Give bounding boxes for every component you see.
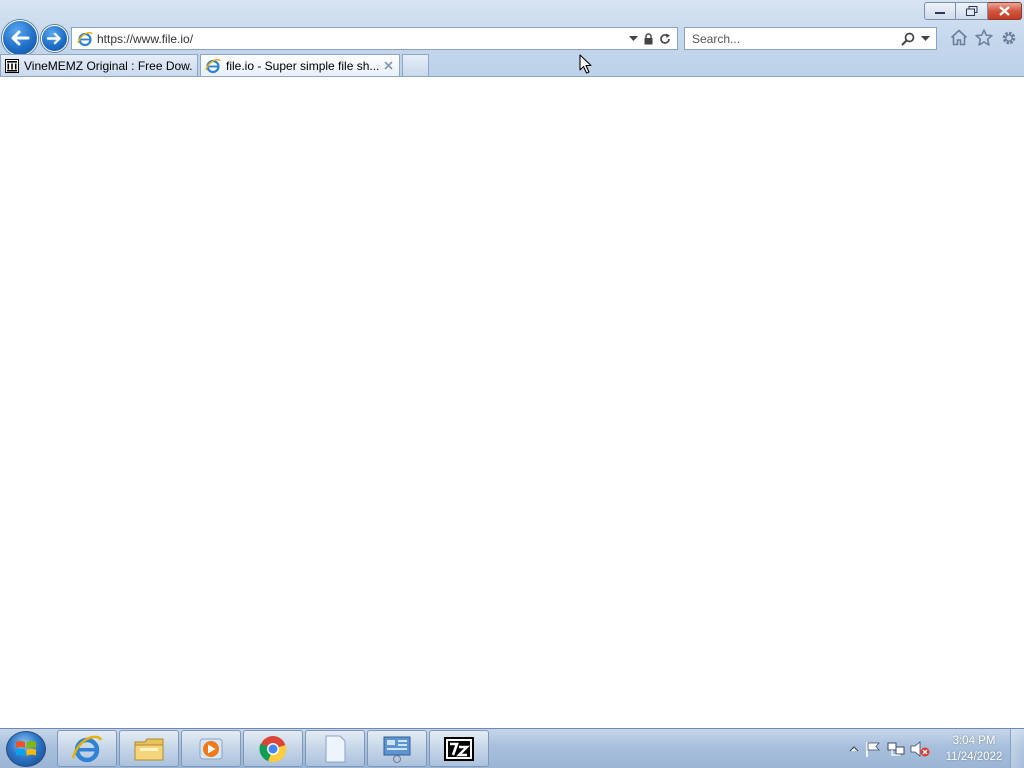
media-player-icon: [199, 738, 223, 759]
volume-muted-icon[interactable]: [910, 740, 930, 758]
network-icon[interactable]: [887, 740, 905, 758]
show-desktop-button[interactable]: [1010, 729, 1024, 768]
back-arrow-icon: [11, 30, 30, 46]
document-icon: [325, 735, 346, 762]
refresh-icon[interactable]: [659, 33, 671, 45]
ie-favicon-icon: [77, 31, 93, 46]
tab-file-io[interactable]: file.io - Super simple file sh...: [200, 54, 400, 76]
ie-favicon-icon: [205, 58, 221, 73]
search-icon[interactable]: [901, 32, 915, 46]
tab-vinememz[interactable]: VineMEMZ Original : Free Dow...: [0, 54, 198, 76]
taskbar-ie-button[interactable]: [57, 730, 117, 767]
clock-time: 3:04 PM: [952, 735, 996, 747]
clock-date: 11/24/2022: [945, 751, 1003, 763]
tab-label: file.io - Super simple file sh...: [226, 58, 380, 73]
browser-toolbar: https://www.file.io/ Search... VineMEMZ …: [0, 0, 1024, 77]
taskbar-explorer-button[interactable]: [119, 730, 179, 767]
taskbar-clock[interactable]: 3:04 PM 11/24/2022: [938, 733, 1010, 765]
star-icon: [974, 29, 993, 46]
taskbar-chrome-button[interactable]: [243, 730, 303, 767]
minimize-button[interactable]: [924, 2, 956, 20]
close-window-button[interactable]: [988, 2, 1022, 20]
tab-close-button[interactable]: [381, 59, 395, 73]
restore-button[interactable]: [956, 2, 988, 20]
start-button[interactable]: [6, 731, 46, 767]
close-icon: [999, 6, 1010, 16]
new-tab-button[interactable]: [402, 54, 429, 76]
window-caption-buttons: [924, 2, 1022, 20]
forward-arrow-icon: [47, 32, 61, 45]
favorites-button[interactable]: [974, 28, 993, 47]
search-box[interactable]: [684, 27, 937, 50]
taskbar-media-player-button[interactable]: [181, 730, 241, 767]
address-bar[interactable]: https://www.file.io/: [71, 27, 678, 50]
command-icons: [949, 28, 1018, 47]
taskbar: 3:04 PM 11/24/2022: [0, 728, 1024, 768]
mouse-cursor-icon: [579, 54, 592, 74]
system-tray: 3:04 PM 11/24/2022: [849, 729, 1024, 768]
forward-button[interactable]: [41, 25, 68, 52]
home-button[interactable]: [949, 28, 968, 47]
action-center-flag-icon[interactable]: [864, 740, 882, 758]
internet-explorer-icon: [71, 735, 103, 762]
address-url[interactable]: https://www.file.io/: [97, 32, 629, 46]
close-icon: [383, 61, 393, 70]
taskbar-document-button[interactable]: [305, 730, 365, 767]
taskbar-control-panel-button[interactable]: [367, 730, 427, 767]
search-dropdown-icon[interactable]: [921, 35, 930, 42]
taskbar-7zip-button[interactable]: [429, 730, 489, 767]
search-input[interactable]: [685, 28, 901, 49]
page-content[interactable]: [0, 77, 1024, 728]
address-dropdown-icon[interactable]: [629, 35, 638, 42]
tab-strip: VineMEMZ Original : Free Dow... file.io …: [0, 54, 431, 77]
home-icon: [950, 29, 967, 46]
show-hidden-icons-icon[interactable]: [849, 745, 859, 753]
windows-logo-icon: [16, 741, 36, 756]
chrome-icon: [259, 735, 287, 762]
gear-icon: [1002, 31, 1015, 44]
tools-button[interactable]: [999, 28, 1018, 47]
tab-label: VineMEMZ Original : Free Dow...: [24, 58, 193, 73]
lock-icon[interactable]: [643, 32, 654, 45]
archive-favicon-icon: [5, 58, 19, 73]
back-button[interactable]: [2, 20, 38, 56]
control-panel-icon: [383, 736, 411, 763]
folder-icon: [134, 738, 164, 760]
7zip-icon: [444, 736, 474, 761]
